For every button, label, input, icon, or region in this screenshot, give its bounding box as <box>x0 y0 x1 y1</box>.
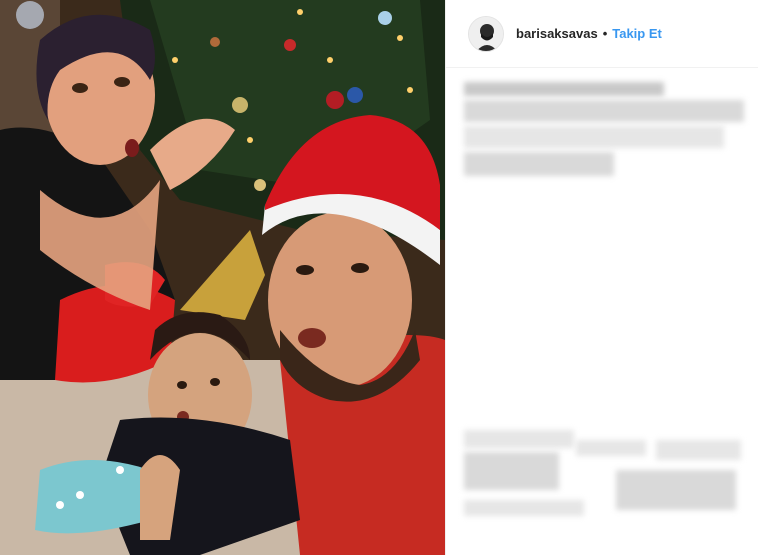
post-photo[interactable] <box>0 0 445 555</box>
separator-dot: • <box>602 26 608 41</box>
post-header: barisaksavas • Takip Et <box>446 0 758 68</box>
post-side-panel: barisaksavas • Takip Et <box>445 0 758 555</box>
username-link[interactable]: barisaksavas <box>516 26 598 41</box>
follow-button[interactable]: Takip Et <box>612 26 662 41</box>
family-christmas-photo <box>0 0 445 555</box>
profile-avatar-icon[interactable] <box>468 15 504 52</box>
